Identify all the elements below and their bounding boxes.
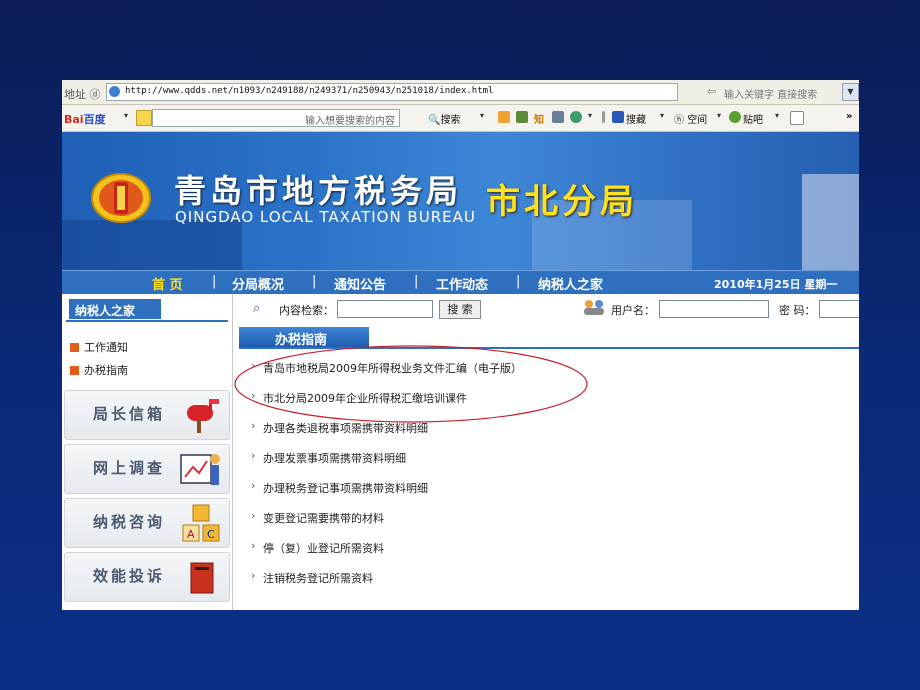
tieba-icon[interactable]	[729, 111, 741, 123]
nav-notices[interactable]: 通知公告	[334, 274, 386, 293]
tieba-button[interactable]: 贴吧	[743, 111, 763, 126]
main-content: ⌕ 内容检索： 搜 索 用户名： 密 码： 办税指南 青岛市地税局2009年所得…	[233, 294, 859, 610]
building-silhouette	[802, 174, 859, 270]
address-dropdown-icon[interactable]: ▼	[842, 83, 859, 101]
sidebar-header-rule	[66, 320, 228, 322]
baidu-toolbar: Bai百度 ▾ 输入想要搜索的内容 🔍搜索 ▾ 知 ▾ 搜藏 ▾ ⓗ 空间 ▾ …	[62, 105, 859, 132]
chart-board-icon	[180, 454, 220, 485]
sidebar: 纳税人之家 工作通知 办税指南 局长信箱 网上调查 纳税咨询 AC 效能投诉	[62, 294, 233, 610]
url-field[interactable]: http://www.qdds.net/n1093/n249188/n24937…	[106, 83, 678, 101]
efficiency-complaint-card[interactable]: 效能投诉	[64, 552, 230, 602]
sidebar-header: 纳税人之家	[66, 299, 161, 319]
chevron-down-icon[interactable]: ▾	[775, 111, 779, 120]
sidebar-link-tax-guide[interactable]: 办税指南	[70, 362, 128, 378]
svg-text:A: A	[187, 528, 195, 541]
annotation-ellipse	[234, 345, 588, 423]
complaint-box-icon	[190, 562, 214, 594]
nav-overview[interactable]: 分局概况	[232, 274, 284, 293]
image-icon[interactable]	[516, 111, 528, 123]
nav-home[interactable]: 首 页	[152, 274, 183, 293]
toolbar-tool-icon[interactable]	[498, 111, 510, 123]
toolbar-divider	[602, 111, 605, 123]
nav-separator: |	[212, 274, 217, 289]
space-button[interactable]: ⓗ 空间	[674, 111, 707, 126]
nav-separator: |	[414, 274, 419, 289]
svg-text:C: C	[207, 528, 215, 541]
hi-icon[interactable]	[790, 111, 804, 125]
mailbox-icon	[187, 399, 219, 433]
tax-emblem-icon	[91, 173, 151, 223]
building-silhouette	[62, 220, 242, 270]
ie-page-icon	[109, 86, 120, 97]
address-search-hint[interactable]: 输入关键字 直接搜索	[724, 86, 817, 101]
globe-icon[interactable]	[570, 111, 582, 123]
chevron-down-icon[interactable]: ▾	[588, 111, 592, 120]
banner-title-en: QINGDAO LOCAL TAXATION BUREAU	[175, 208, 476, 226]
url-text: http://www.qdds.net/n1093/n249188/n24937…	[125, 86, 494, 96]
favorites-icon[interactable]	[612, 111, 624, 123]
favorites-button[interactable]: 搜藏	[626, 111, 646, 126]
blocks-icon: AC	[182, 504, 220, 542]
toolbar-search-button[interactable]: 🔍搜索	[428, 111, 460, 126]
chevron-down-icon[interactable]: ▾	[480, 111, 484, 120]
highlight-icon[interactable]	[136, 110, 152, 126]
nav-taxpayer-home[interactable]: 纳税人之家	[538, 274, 603, 293]
chevron-down-icon[interactable]: ▾	[660, 111, 664, 120]
back-arrow-icon[interactable]: ⇦	[707, 85, 716, 98]
nav-news[interactable]: 工作动态	[436, 274, 488, 293]
chevron-down-icon[interactable]: ▾	[124, 111, 128, 120]
more-chevron-icon[interactable]: »	[846, 111, 852, 122]
online-survey-card[interactable]: 网上调查	[64, 444, 230, 494]
chevron-down-icon[interactable]: ▾	[717, 111, 721, 120]
director-mailbox-card[interactable]: 局长信箱	[64, 390, 230, 440]
browser-screenshot: 地址 ⓓ http://www.qdds.net/n1093/n249188/n…	[62, 80, 859, 610]
address-bar: 地址 ⓓ http://www.qdds.net/n1093/n249188/n…	[62, 80, 859, 105]
toolbar-search-input[interactable]: 输入想要搜索的内容	[152, 109, 400, 127]
site-banner: 青岛市地方税务局 QINGDAO LOCAL TAXATION BUREAU 市…	[62, 132, 859, 270]
nav-separator: |	[312, 274, 317, 289]
sidebar-link-work-notice[interactable]: 工作通知	[70, 339, 128, 355]
tax-consulting-card[interactable]: 纳税咨询 AC	[64, 498, 230, 548]
zhidao-button[interactable]: 知	[534, 111, 544, 126]
grid-icon[interactable]	[552, 111, 564, 123]
main-nav: 首 页 | 分局概况 | 通知公告 | 工作动态 | 纳税人之家 2010年1月…	[62, 270, 859, 295]
banner-title-cn: 青岛市地方税务局	[174, 172, 463, 210]
baidu-logo[interactable]: Bai百度	[64, 111, 106, 127]
address-label: 地址 ⓓ	[64, 88, 101, 101]
date-display: 2010年1月25日 星期一	[714, 278, 838, 291]
nav-separator: |	[516, 274, 521, 289]
bullet-icon	[70, 343, 79, 352]
banner-subtitle: 市北分局	[486, 182, 638, 222]
bullet-icon	[70, 366, 79, 375]
